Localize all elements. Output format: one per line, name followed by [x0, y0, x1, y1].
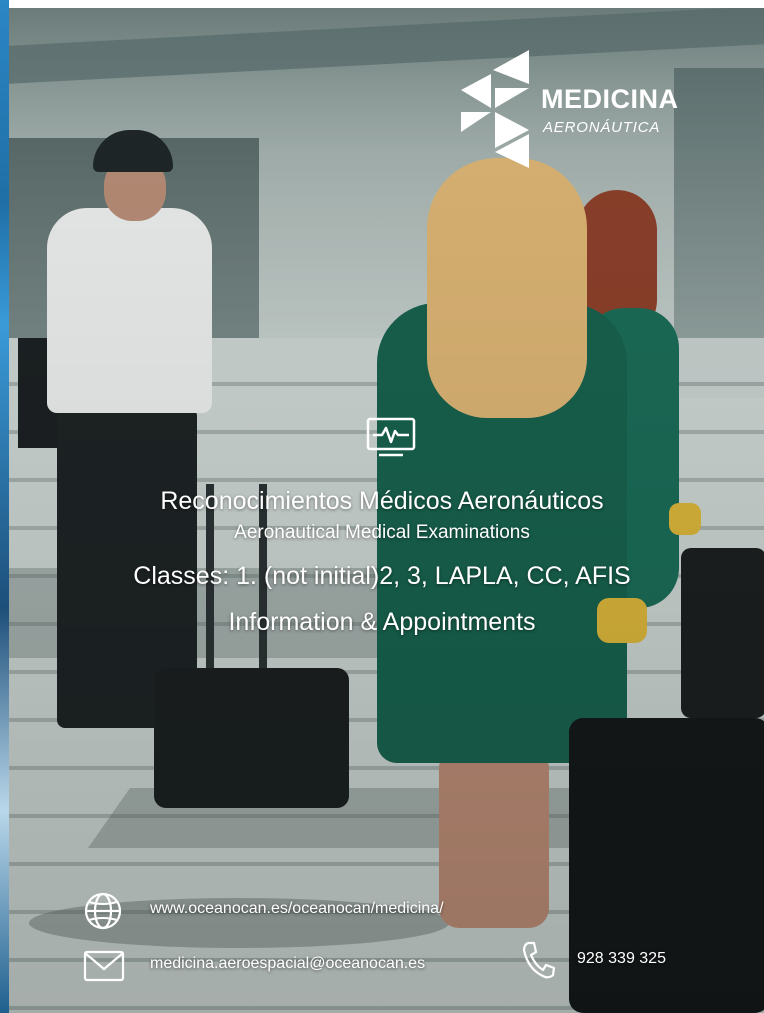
info-appointments-text: Information & Appointments [228, 608, 536, 636]
phone-number[interactable]: 928 339 325 [577, 950, 666, 968]
main-subtitle: Aeronautical Medical Examinations [234, 522, 530, 543]
logo-subtitle: AERONÁUTICA [543, 119, 661, 136]
mail-icon [83, 950, 125, 982]
website-link[interactable]: www.oceanocan.es/oceanocan/medicina/ [150, 900, 444, 918]
logo-title: MEDICINA [541, 84, 679, 114]
phone-icon [522, 941, 556, 979]
globe-icon [84, 892, 122, 930]
poster: MEDICINA AERONÁUTICA Reconocimientos Méd… [0, 0, 764, 1013]
classes-text: Classes: 1. (not initial)2, 3, LAPLA, CC… [133, 562, 631, 590]
main-title: Reconocimientos Médicos Aeronáuticos [160, 487, 604, 515]
logo-mark-icon [461, 50, 529, 168]
email-link[interactable]: medicina.aeroespacial@oceanocan.es [150, 955, 425, 973]
brand-logo: MEDICINA AERONÁUTICA [451, 48, 711, 173]
monitor-heartbeat-icon [366, 417, 416, 457]
